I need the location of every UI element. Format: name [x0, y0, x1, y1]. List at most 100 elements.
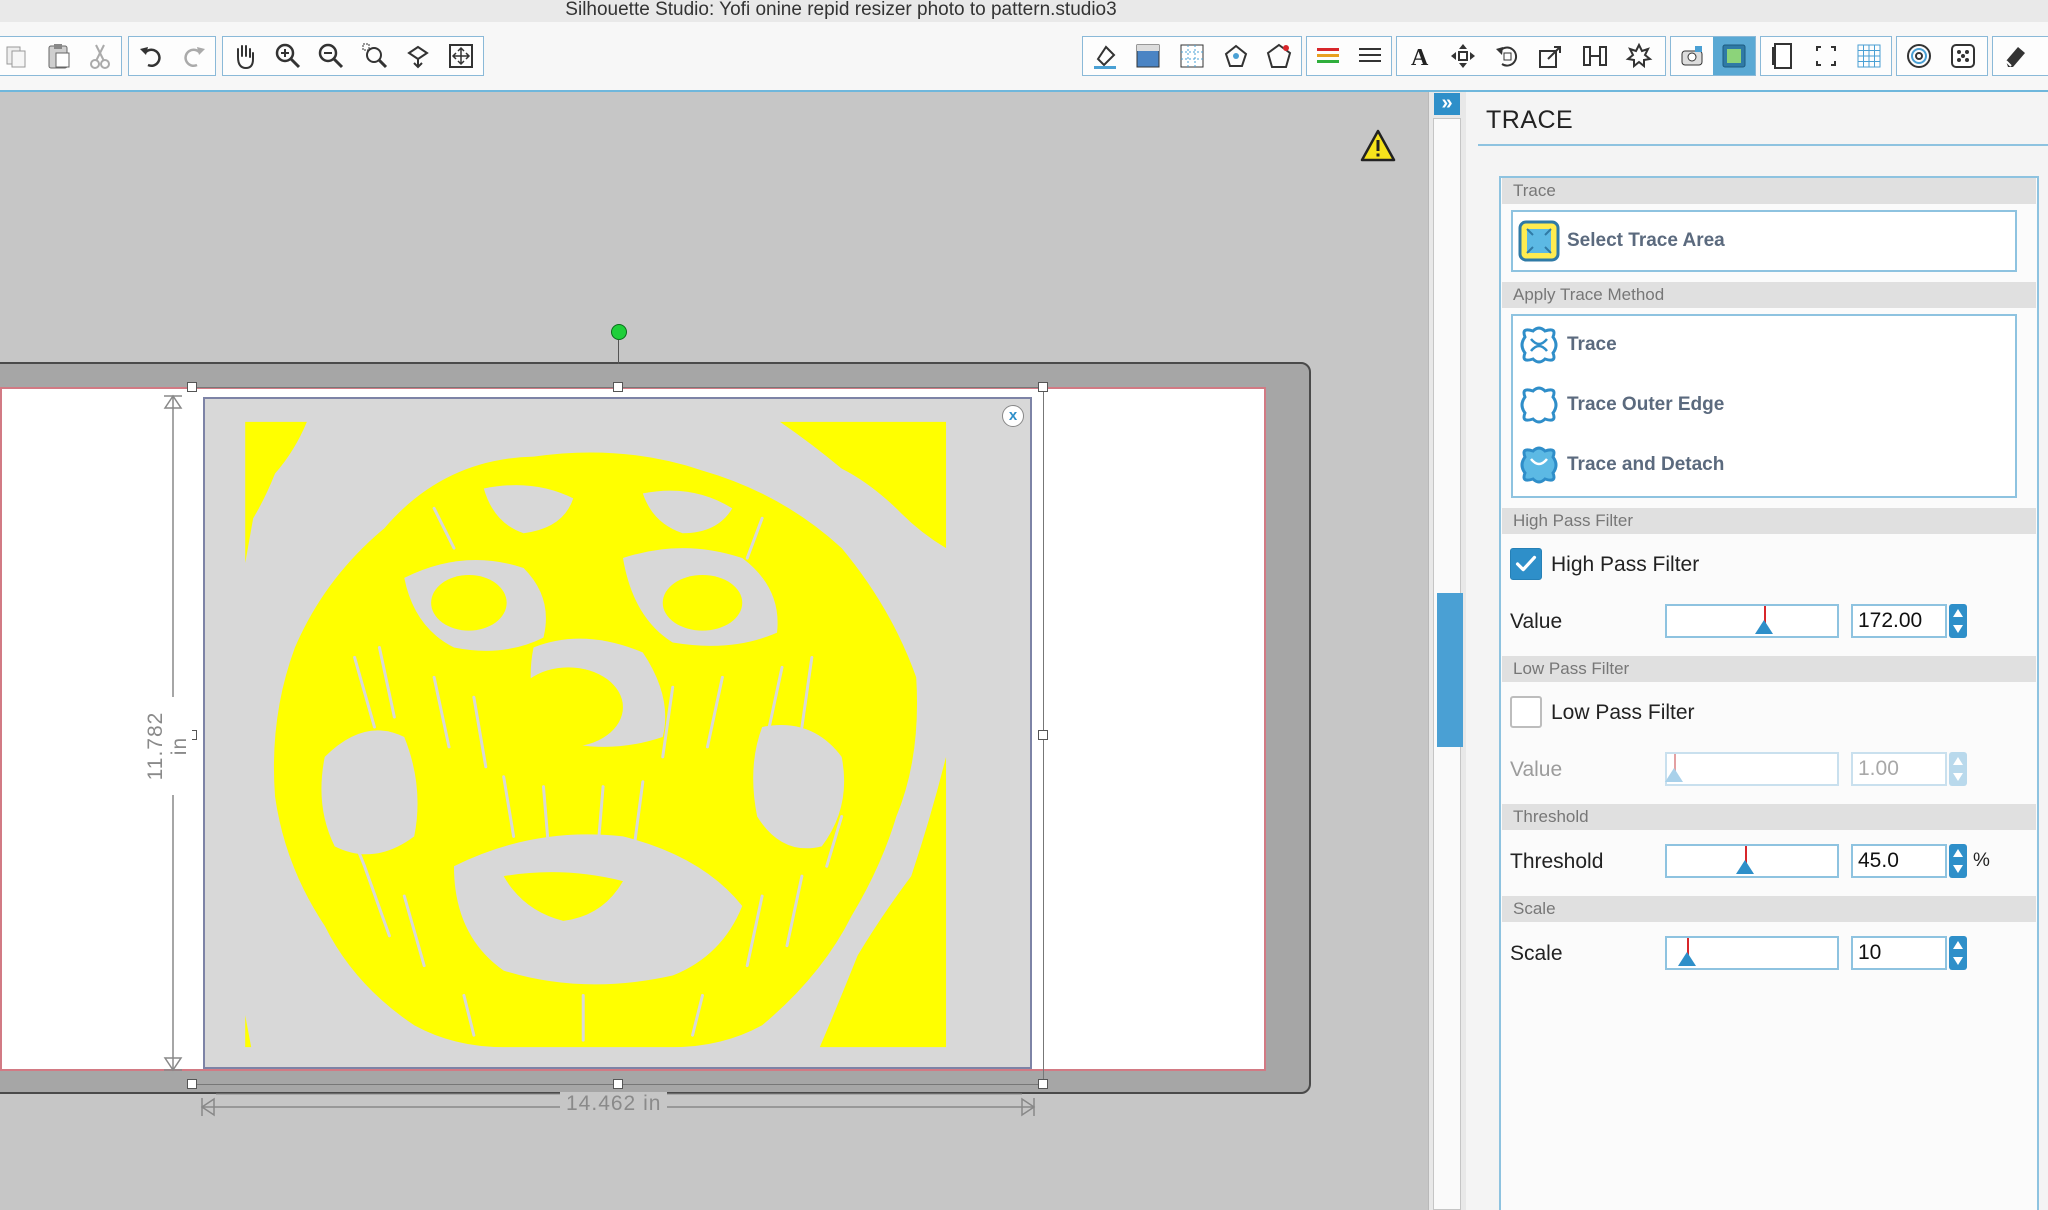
slider-thumb[interactable] — [1665, 768, 1683, 782]
media-button[interactable] — [1941, 37, 1985, 75]
eraser-icon — [2005, 47, 2025, 67]
rotate-handle[interactable] — [611, 324, 627, 340]
trace-button[interactable] — [1671, 37, 1713, 75]
shape-style-button[interactable] — [1257, 37, 1301, 75]
page-toolbar-group — [1760, 36, 1892, 76]
resize-handle-bottom-middle[interactable] — [613, 1079, 623, 1089]
line-color-icon — [1224, 44, 1247, 67]
copy-button[interactable] — [0, 37, 38, 75]
scale-label: Scale — [1510, 942, 1563, 965]
high-pass-value-slider[interactable] — [1665, 604, 1839, 638]
window-titlebar: Silhouette Studio: Yofi onine repid resi… — [0, 0, 2048, 22]
align-button[interactable] — [1573, 37, 1617, 75]
pattern-button[interactable] — [1170, 37, 1214, 75]
high-pass-value-label: Value — [1510, 610, 1563, 633]
trace-method-trace-button[interactable]: Trace — [1517, 322, 1617, 368]
undo-button[interactable] — [129, 37, 172, 75]
grid-button[interactable] — [1848, 37, 1891, 75]
zoom-out-button[interactable] — [310, 37, 353, 75]
slider-thumb[interactable] — [1678, 952, 1696, 966]
resize-handle-top-right[interactable] — [1038, 382, 1048, 392]
height-dimension-text: 11.782 in — [144, 711, 191, 781]
scale-stepper[interactable] — [1949, 936, 1967, 970]
trace-method-detach-button[interactable]: Trace and Detach — [1517, 442, 1724, 488]
select-trace-area-label: Select Trace Area — [1567, 230, 1725, 251]
resize-handle-top-left[interactable] — [187, 382, 197, 392]
eraser-button[interactable] — [1993, 37, 2037, 75]
rotate-button[interactable] — [1485, 37, 1529, 75]
low-pass-filter-label: Low Pass Filter — [1551, 701, 1695, 724]
select-trace-area-box: Select Trace Area — [1511, 210, 2017, 272]
high-pass-value-stepper[interactable] — [1949, 604, 1967, 638]
design-canvas[interactable]: x 11.782 in 14.462 in — [0, 92, 1428, 1210]
pan-tool-button[interactable] — [223, 37, 266, 75]
fill-color-button[interactable] — [1083, 37, 1127, 75]
panel-title-divider — [1478, 144, 2048, 146]
threshold-stepper[interactable] — [1949, 844, 1967, 878]
resize-handle-top-middle[interactable] — [613, 382, 623, 392]
traced-image[interactable]: x — [203, 397, 1032, 1069]
scale-slider[interactable] — [1665, 936, 1839, 970]
redo-button[interactable] — [172, 37, 215, 75]
high-pass-value-input[interactable]: 172.00 — [1851, 604, 1947, 638]
threshold-input[interactable]: 45.0 — [1851, 844, 1947, 878]
fit-page-button[interactable] — [440, 37, 483, 75]
resize-handle-bottom-left[interactable] — [187, 1079, 197, 1089]
vertical-scrollbar[interactable] — [1433, 118, 1463, 1210]
fit-page-icon — [449, 44, 474, 68]
trace-outer-edge-label: Trace Outer Edge — [1567, 394, 1725, 415]
trace-method-outer-edge-button[interactable]: Trace Outer Edge — [1517, 382, 1724, 428]
media-icon — [1951, 44, 1975, 68]
gradient-button[interactable] — [1127, 37, 1171, 75]
resize-handle-bottom-right[interactable] — [1038, 1079, 1048, 1089]
select-trace-area-button[interactable]: Select Trace Area — [1517, 218, 1725, 264]
replicate-button[interactable] — [1617, 37, 1661, 75]
pan-hand-icon — [236, 45, 254, 70]
zoom-drag-button[interactable] — [396, 37, 439, 75]
scrollbar-thumb[interactable] — [1437, 593, 1463, 747]
rotate-handle-stem — [618, 340, 619, 364]
scale-icon — [1539, 46, 1561, 68]
resize-handle-middle-right[interactable] — [1038, 730, 1048, 740]
zoom-in-button[interactable] — [266, 37, 309, 75]
section-header-threshold: Threshold — [1502, 804, 2036, 830]
zoom-select-button[interactable] — [353, 37, 396, 75]
zoom-drag-icon — [407, 45, 429, 69]
section-header-trace: Trace — [1502, 178, 2036, 204]
low-pass-value-stepper[interactable] — [1949, 752, 1967, 786]
slider-thumb[interactable] — [1736, 860, 1754, 874]
move-icon — [1451, 44, 1475, 68]
low-pass-value-slider[interactable] — [1665, 752, 1839, 786]
rotate-icon — [1496, 46, 1518, 67]
line-style-icon — [1267, 43, 1292, 68]
move-button[interactable] — [1441, 37, 1485, 75]
trace-panel-button[interactable] — [1713, 37, 1755, 75]
slider-thumb[interactable] — [1755, 620, 1773, 634]
checkmark-icon — [1515, 555, 1537, 572]
line-color-button[interactable] — [1214, 37, 1258, 75]
cut-button[interactable] — [80, 37, 121, 75]
dog-photo-artwork — [245, 421, 947, 1048]
low-pass-value-input[interactable]: 1.00 — [1851, 752, 1947, 786]
warning-triangle-icon[interactable] — [1360, 129, 1396, 163]
paste-icon — [48, 44, 70, 69]
line-style-button[interactable] — [1349, 37, 1391, 75]
trace-outer-edge-icon — [1520, 386, 1558, 424]
scale-button[interactable] — [1529, 37, 1573, 75]
close-label: x — [1008, 407, 1018, 424]
expand-panel-button[interactable]: » — [1434, 93, 1460, 115]
copy-icon — [6, 46, 26, 68]
line-weight-button[interactable] — [1307, 37, 1349, 75]
close-image-button[interactable]: x — [1002, 405, 1024, 427]
cut-icon — [90, 44, 111, 69]
low-pass-filter-checkbox[interactable] — [1510, 696, 1542, 728]
offset-button[interactable] — [1897, 37, 1941, 75]
threshold-slider[interactable] — [1665, 844, 1839, 878]
undo-icon — [139, 47, 161, 67]
cut-border-button[interactable] — [1804, 37, 1847, 75]
high-pass-filter-checkbox[interactable] — [1510, 548, 1542, 580]
paste-button[interactable] — [38, 37, 79, 75]
scale-input[interactable]: 10 — [1851, 936, 1947, 970]
page-setup-button[interactable] — [1761, 37, 1804, 75]
text-button[interactable]: A — [1397, 37, 1441, 75]
